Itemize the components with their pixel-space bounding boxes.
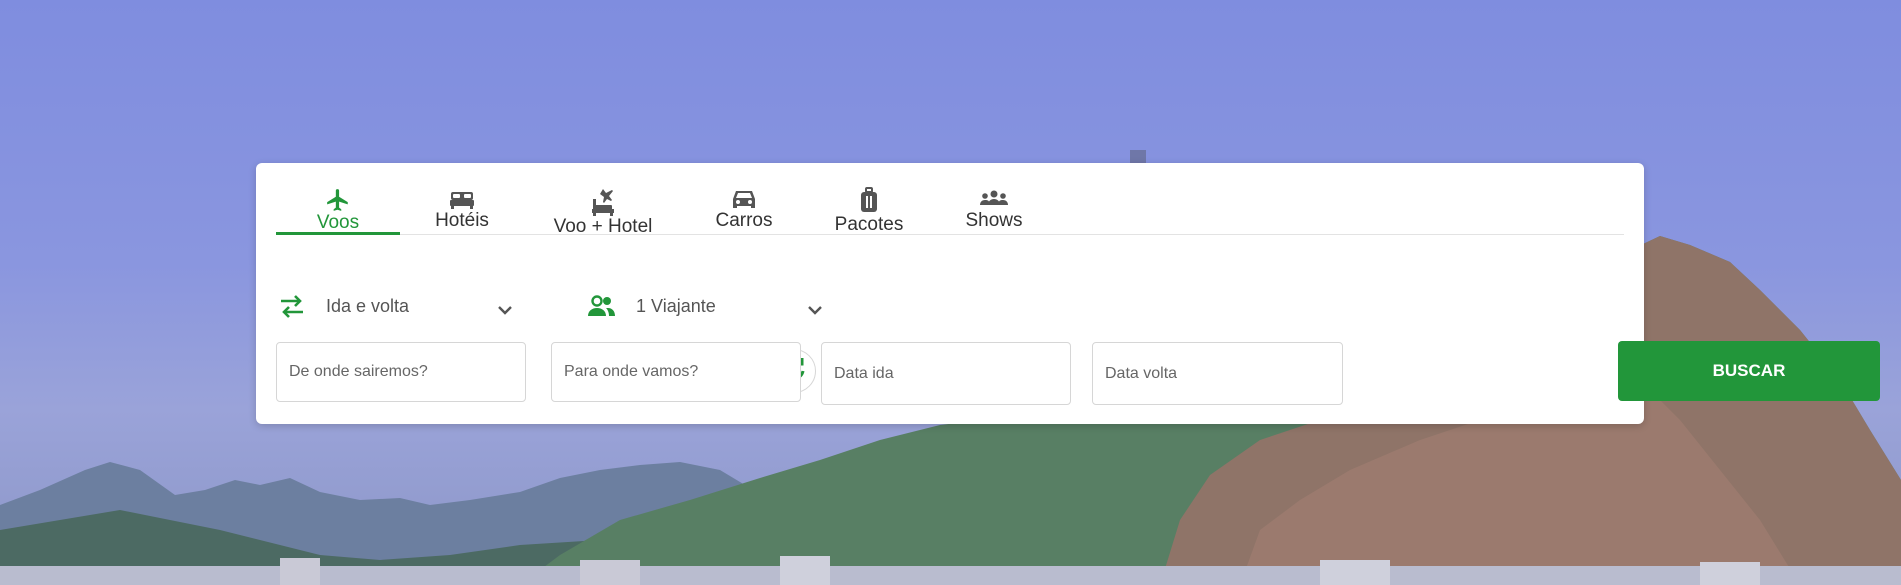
product-tabs: Voos Hotéis Voo + Hotel Carros Pacotes S…: [276, 187, 1624, 237]
tab-label: Shows: [965, 210, 1023, 231]
bed-icon: [448, 187, 476, 211]
tab-hoteis[interactable]: Hotéis: [400, 187, 524, 234]
return-placeholder: Data volta: [1105, 364, 1178, 382]
tab-label: Carros: [715, 210, 773, 231]
tab-label: Hotéis: [435, 210, 489, 231]
search-button[interactable]: BUSCAR: [1618, 341, 1880, 401]
travelers-select[interactable]: 1 Viajante: [586, 291, 826, 321]
trip-type-value: Ida e volta: [326, 295, 410, 316]
tab-label: Voos: [316, 212, 360, 233]
tab-voos[interactable]: Voos: [276, 187, 400, 235]
travelers-value: 1 Viajante: [636, 295, 716, 316]
destination-field[interactable]: Para onde vamos?: [551, 342, 801, 402]
car-icon: [731, 187, 757, 211]
search-card: Voos Hotéis Voo + Hotel Carros Pacotes S…: [256, 163, 1880, 424]
tab-label: Voo + Hotel: [553, 216, 653, 237]
return-date-field[interactable]: Data volta: [1092, 342, 1343, 405]
origin-field[interactable]: De onde sairemos?: [276, 342, 526, 402]
tab-pacotes[interactable]: Pacotes: [806, 187, 932, 235]
chevron-down-icon: [497, 300, 513, 321]
swap-arrows-icon: [278, 293, 306, 324]
flight-hotel-icon: [589, 187, 617, 217]
tab-carros[interactable]: Carros: [682, 187, 806, 234]
airplane-icon: [325, 187, 351, 213]
departure-placeholder: Data ida: [834, 364, 894, 382]
chevron-down-icon: [807, 300, 823, 321]
origin-placeholder: De onde sairemos?: [289, 363, 428, 380]
departure-date-field[interactable]: Data ida: [821, 342, 1071, 405]
people-icon: [586, 293, 616, 324]
group-icon: [979, 187, 1009, 211]
tab-voo-hotel[interactable]: Voo + Hotel: [524, 187, 682, 237]
luggage-icon: [858, 187, 880, 215]
trip-type-select[interactable]: Ida e volta: [276, 291, 516, 321]
destination-placeholder: Para onde vamos?: [564, 363, 699, 380]
tab-shows[interactable]: Shows: [932, 187, 1056, 234]
tab-label: Pacotes: [834, 214, 904, 235]
